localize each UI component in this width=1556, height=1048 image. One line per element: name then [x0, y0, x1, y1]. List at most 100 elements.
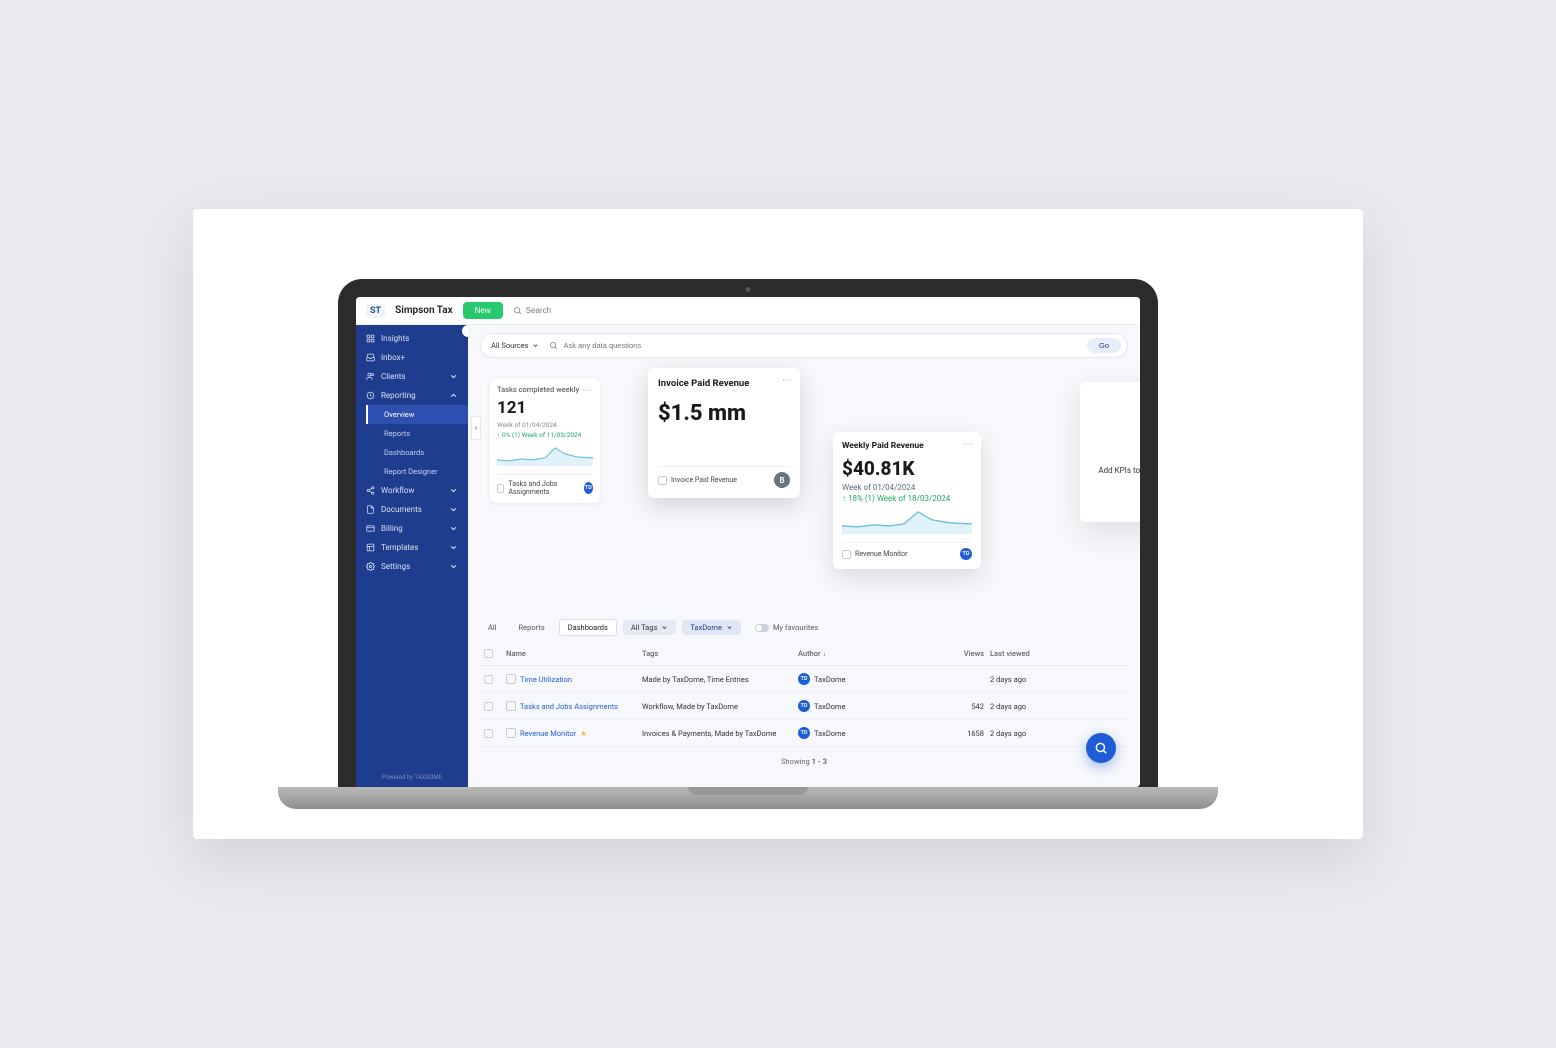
kpi-weekly-revenue-card[interactable]: ⋯ Weekly Paid Revenue $40.81K Week of 01… [833, 432, 981, 569]
filter-tab-reports[interactable]: Reports [511, 620, 553, 635]
tags-cell: Invoices & Payments, Made by TaxDome [642, 729, 792, 738]
main-content: All Sources Go ⋯ Tasks compl [468, 325, 1140, 787]
kpi-week: Week of 01/04/2024 [842, 483, 972, 492]
nav-inbox[interactable]: Inbox+ [356, 348, 468, 367]
search-input[interactable] [526, 306, 1130, 315]
col-views[interactable]: Views [904, 649, 984, 658]
avatar: TD [798, 700, 810, 712]
sidebar-footer: Powered by TAXDOME [356, 768, 468, 787]
dashboard-icon [506, 701, 516, 711]
nav-report-designer[interactable]: Report Designer [366, 462, 468, 481]
query-bar: All Sources Go [480, 333, 1128, 358]
row-checkbox[interactable] [484, 702, 493, 711]
nav-insights[interactable]: Insights [356, 329, 468, 348]
avatar: TD [798, 673, 810, 685]
more-icon[interactable]: ⋯ [963, 439, 974, 450]
views-cell: 542 [904, 702, 984, 711]
tags-cell: Workflow, Made by TaxDome [642, 702, 792, 711]
chevron-down-icon [449, 505, 458, 514]
logo-badge: ST [366, 304, 385, 318]
filter-taxdome[interactable]: TaxDome [682, 620, 741, 635]
go-button[interactable]: Go [1087, 338, 1121, 353]
users-icon [366, 372, 375, 381]
author-cell: TDTaxDome [798, 673, 898, 685]
col-tags[interactable]: Tags [642, 649, 792, 658]
kpi-row: ⋯ Tasks completed weekly 121 Week of 01/… [468, 372, 1140, 503]
kpi-add-card[interactable]: + Add KPIs to your watchlist [1080, 382, 1140, 522]
table-row: Time Utilization Made by TaxDome, Time E… [480, 666, 1128, 693]
new-button[interactable]: New [463, 302, 503, 319]
col-last-viewed[interactable]: Last viewed [990, 649, 1060, 658]
sparkline-chart [497, 444, 593, 466]
global-search[interactable] [513, 306, 1130, 315]
nav-reports[interactable]: Reports [366, 424, 468, 443]
nav-overview[interactable]: Overview [366, 405, 468, 424]
avatar: TD [798, 727, 810, 739]
nav-clients[interactable]: Clients [356, 367, 468, 386]
filter-bar: All Reports Dashboards All Tags TaxDome [468, 613, 1140, 642]
author-cell: TDTaxDome [798, 727, 898, 739]
search-icon [549, 341, 558, 350]
sort-down-icon: ↓ [823, 650, 827, 658]
kpi-value: 121 [497, 398, 593, 418]
chevron-down-icon [449, 486, 458, 495]
col-author[interactable]: Author ↓ [798, 649, 898, 658]
avatar: B [774, 472, 790, 488]
search-icon [513, 306, 522, 315]
kpi-delta: ↑ 18% (1) Week of 18/03/2024 [842, 494, 972, 503]
col-name[interactable]: Name [506, 649, 636, 658]
nav-workflow[interactable]: Workflow [356, 481, 468, 500]
table-row: Revenue Monitor ★ Invoices & Payments, M… [480, 720, 1128, 747]
kpi-tasks-card[interactable]: ⋯ Tasks completed weekly 121 Week of 01/… [490, 378, 600, 503]
kpi-title: Tasks completed weekly [497, 385, 593, 394]
more-icon[interactable]: ⋯ [582, 385, 593, 396]
app-title: Simpson Tax [395, 305, 453, 316]
nav-settings[interactable]: Settings [356, 557, 468, 576]
row-checkbox[interactable] [484, 675, 493, 684]
chevron-down-icon [661, 624, 668, 631]
dashboard-link[interactable]: Revenue Monitor ★ [506, 728, 636, 738]
document-icon [366, 505, 375, 514]
dashboard-icon [506, 728, 516, 738]
sidebar: Insights Inbox+ Clients Reporting Over [356, 325, 468, 787]
table-row: Tasks and Jobs Assignments Workflow, Mad… [480, 693, 1128, 720]
filter-tab-all[interactable]: All [480, 620, 505, 635]
chevron-down-icon [449, 372, 458, 381]
inbox-icon [366, 353, 375, 362]
source-selector[interactable]: All Sources [487, 339, 543, 352]
chevron-up-icon [449, 391, 458, 400]
dashboard-link[interactable]: Time Utilization [506, 674, 636, 684]
dashboard-icon [658, 476, 667, 485]
favourites-toggle[interactable]: My favourites [755, 623, 818, 632]
nav-reporting[interactable]: Reporting [356, 386, 468, 405]
kpi-invoice-card[interactable]: ⋯ Invoice Paid Revenue $1.5 mm Invoice P… [648, 368, 800, 498]
sparkline-chart [842, 508, 972, 534]
kpi-collapse-handle[interactable] [471, 416, 481, 440]
filter-tags[interactable]: All Tags [623, 620, 676, 635]
nav-dashboards[interactable]: Dashboards [366, 443, 468, 462]
kpi-title: Weekly Paid Revenue [842, 441, 972, 451]
select-all-checkbox[interactable] [484, 649, 493, 658]
search-icon [1094, 741, 1108, 755]
last-viewed-cell: 2 days ago [990, 675, 1060, 684]
fab-search[interactable] [1086, 733, 1116, 763]
query-input[interactable] [564, 341, 1081, 350]
chevron-left-icon [473, 425, 479, 431]
pagination: Showing 1 - 3 [468, 747, 1140, 776]
nav-billing[interactable]: Billing [356, 519, 468, 538]
chevron-down-icon [532, 342, 539, 349]
dashboard-link[interactable]: Tasks and Jobs Assignments [506, 701, 636, 711]
row-checkbox[interactable] [484, 729, 493, 738]
share-icon [366, 486, 375, 495]
toggle-switch[interactable] [755, 624, 769, 632]
nav-templates[interactable]: Templates [356, 538, 468, 557]
kpi-add-label: Add KPIs to your watchlist [1098, 466, 1140, 475]
layout-icon [366, 543, 375, 552]
more-icon[interactable]: ⋯ [782, 375, 793, 386]
chevron-down-icon [449, 562, 458, 571]
nav-documents[interactable]: Documents [356, 500, 468, 519]
filter-tab-dashboards[interactable]: Dashboards [559, 619, 617, 636]
views-cell: 1658 [904, 729, 984, 738]
avatar: TD [584, 482, 593, 494]
dashboards-table: Name Tags Author ↓ Views Last viewed Tim… [468, 642, 1140, 747]
